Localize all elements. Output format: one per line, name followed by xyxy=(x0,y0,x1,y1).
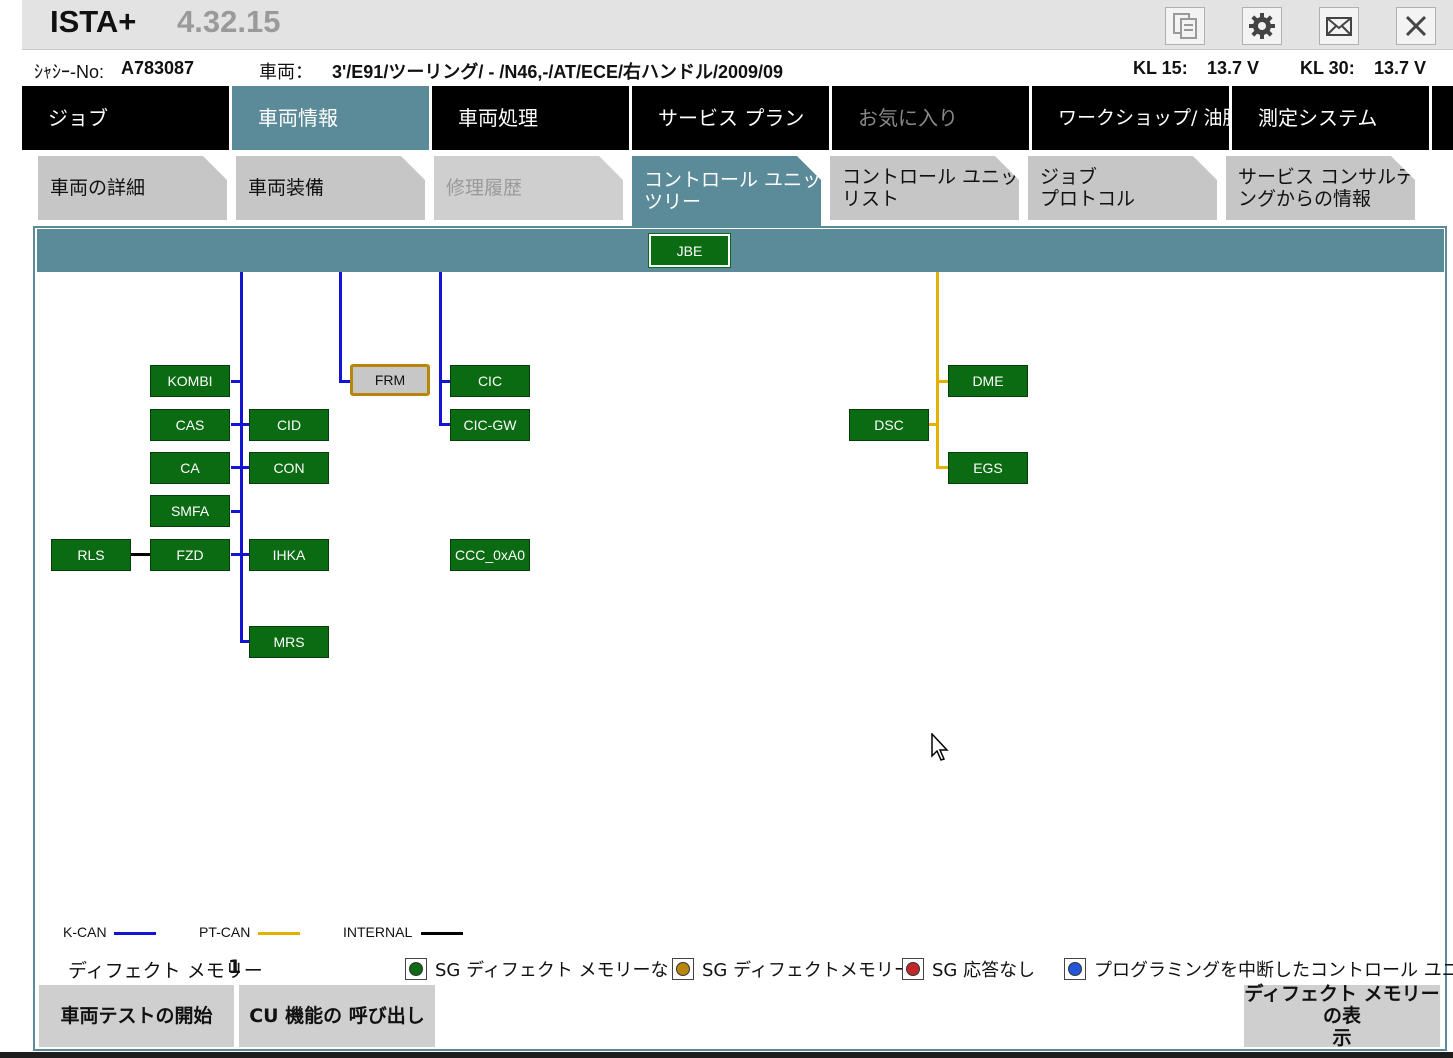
ecu-rls[interactable]: RLS xyxy=(51,539,131,571)
close-icon xyxy=(1405,15,1427,37)
subtab-job-protocol[interactable]: ジョブ プロトコル xyxy=(1028,156,1217,220)
yellow-status-icon xyxy=(676,962,690,976)
ecu-kombi[interactable]: KOMBI xyxy=(150,365,230,397)
subtab-vehicle-details[interactable]: 車両の詳細 xyxy=(38,156,227,220)
legend-ptcan-label: PT-CAN xyxy=(199,924,251,940)
ecu-cic[interactable]: CIC xyxy=(450,365,530,397)
gateway-bar xyxy=(37,229,1444,272)
ecu-egs[interactable]: EGS xyxy=(948,452,1028,484)
nav-favorites[interactable]: お気に入り xyxy=(832,86,1029,150)
internal-line xyxy=(130,553,150,556)
title-bar: ISTA+ 4.32.15 xyxy=(22,0,1453,50)
vehicle-label: 車両： xyxy=(259,62,313,82)
ecu-cas[interactable]: CAS xyxy=(150,409,230,441)
ecu-mrs[interactable]: MRS xyxy=(249,626,329,658)
kl15-label: KL 15: xyxy=(1133,58,1188,78)
nav-service-plan[interactable]: サービス プラン xyxy=(632,86,829,150)
subtab-service-consulting[interactable]: サービス コンサルティ ングからの情報 xyxy=(1226,156,1415,220)
status-legend-fault: SG ディフェクトメモリー xyxy=(672,956,912,982)
nav-workshop[interactable]: ワークショップ/ 油脂類 xyxy=(1032,86,1229,150)
kl30-label: KL 30: xyxy=(1300,58,1355,78)
call-cu-function-button[interactable]: CU 機能の 呼び出し xyxy=(239,985,435,1047)
show-defect-memory-button[interactable]: ディフェクト メモリーの表 示 xyxy=(1244,983,1440,1049)
ecu-dsc[interactable]: DSC xyxy=(849,409,929,441)
document-copy-button[interactable] xyxy=(1165,7,1205,45)
app-name: ISTA+ xyxy=(50,4,137,39)
status-legend-no-response: SG 応答なし xyxy=(902,956,1035,982)
kcan-line xyxy=(240,272,243,642)
main-navigation: ジョブ 車両情報 車両処理 サービス プラン お気に入り ワークショップ/ 油脂… xyxy=(22,86,1453,150)
subtab-control-unit-tree[interactable]: コントロール ユニット ツリー xyxy=(632,156,821,226)
subtab-vehicle-equipment[interactable]: 車両装備 xyxy=(236,156,425,220)
vehicle-value: 3'/E91/ツーリング/ - /N46,-/AT/ECE/右ハンドル/2009… xyxy=(332,62,784,82)
kcan-line xyxy=(439,272,442,426)
ptcan-line xyxy=(936,272,939,468)
settings-button[interactable] xyxy=(1242,7,1282,45)
app-version: 4.32.15 xyxy=(177,4,281,39)
legend-kcan-label: K-CAN xyxy=(63,924,107,940)
red-status-icon xyxy=(906,962,920,976)
legend-internal-label: INTERNAL xyxy=(343,924,413,940)
ecu-ccc[interactable]: CCC_0xA0 xyxy=(450,539,530,571)
chassis-value: A783087 xyxy=(121,58,195,78)
ecu-cid[interactable]: CID xyxy=(249,409,329,441)
taskbar-edge xyxy=(0,1052,1453,1058)
nav-job[interactable]: ジョブ xyxy=(22,86,229,150)
kcan-line xyxy=(339,272,342,382)
nav-vehicle-processing[interactable]: 車両処理 xyxy=(432,86,629,150)
mail-button[interactable] xyxy=(1319,7,1359,45)
chassis-label: ｼｬｼｰ-No: xyxy=(34,62,105,82)
mail-icon xyxy=(1326,17,1352,36)
ecu-cic-gw[interactable]: CIC-GW xyxy=(450,409,530,441)
nav-vehicle-info[interactable]: 車両情報 xyxy=(232,86,429,150)
kl30-value: 13.7 V xyxy=(1374,58,1427,78)
ecu-ca[interactable]: CA xyxy=(150,452,230,484)
gear-icon xyxy=(1249,13,1275,39)
subtab-repair-history[interactable]: 修理履歴 xyxy=(434,156,623,220)
ecu-frm[interactable]: FRM xyxy=(350,364,430,396)
status-legend-programming-aborted: プログラミングを中断したコントロール ユニット xyxy=(1064,956,1453,982)
ecu-fzd[interactable]: FZD xyxy=(150,539,230,571)
ecu-smfa[interactable]: SMFA xyxy=(150,495,230,527)
mouse-cursor-icon xyxy=(931,733,949,761)
blue-status-icon xyxy=(1068,962,1082,976)
nav-measurement[interactable]: 測定システム xyxy=(1232,86,1429,150)
start-vehicle-test-button[interactable]: 車両テストの開始 xyxy=(39,985,234,1047)
vehicle-info-row: ｼｬｼｰ-No: A783087 車両： 3'/E91/ツーリング/ - /N4… xyxy=(0,52,1453,84)
subtab-control-unit-list[interactable]: コントロール ユニット リスト xyxy=(830,156,1019,220)
kl15-value: 13.7 V xyxy=(1207,58,1260,78)
ecu-con[interactable]: CON xyxy=(249,452,329,484)
ecu-jbe[interactable]: JBE xyxy=(648,233,731,268)
close-button[interactable] xyxy=(1396,7,1436,45)
defect-memory-count: 1 xyxy=(228,956,242,978)
green-status-icon xyxy=(409,962,423,976)
ecu-ihka[interactable]: IHKA xyxy=(249,539,329,571)
document-copy-icon xyxy=(1173,13,1197,39)
ecu-dme[interactable]: DME xyxy=(948,365,1028,397)
status-legend-no-fault: SG ディフェクト メモリーなし xyxy=(405,956,687,982)
legend-kcan-line xyxy=(114,932,156,935)
legend-ptcan-line xyxy=(258,932,300,935)
legend-internal-line xyxy=(421,932,463,935)
